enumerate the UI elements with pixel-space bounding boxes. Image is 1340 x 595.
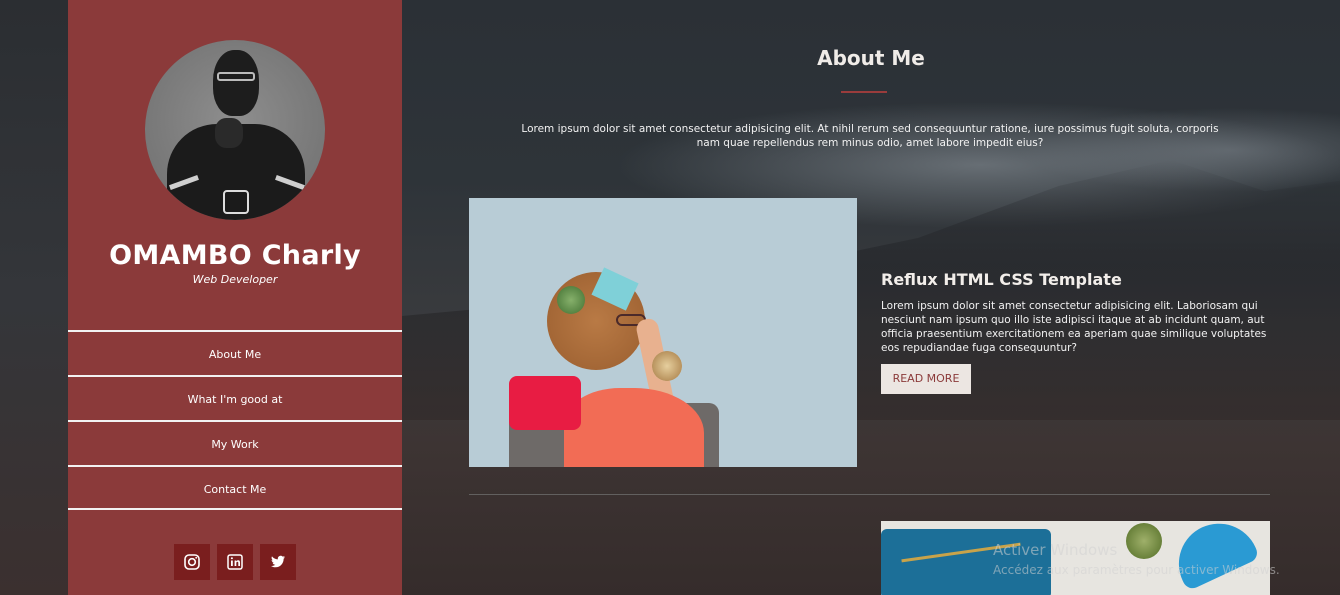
nav-item-contact-me[interactable]: Contact Me [68,465,402,510]
background-left-strip [0,0,68,595]
avatar [145,40,325,220]
nav-item-my-work[interactable]: My Work [68,420,402,465]
nav-item-what-im-good-at[interactable]: What I'm good at [68,375,402,420]
project-title: Reflux HTML CSS Template [881,270,1122,289]
section-title: About Me [817,46,925,70]
project-image [469,198,857,467]
nav-item-about-me[interactable]: About Me [68,330,402,375]
instagram-icon [184,554,200,570]
title-underline [841,91,887,93]
twitter-button[interactable] [260,544,296,580]
linkedin-button[interactable] [217,544,253,580]
project-description: Lorem ipsum dolor sit amet consectetur a… [881,300,1267,354]
section-divider [469,494,1270,495]
sidebar-nav: About Me What I'm good at My Work Contac… [68,330,402,510]
sidebar: OMAMBO Charly Web Developer About Me Wha… [68,0,402,595]
twitter-icon [271,555,285,568]
instagram-button[interactable] [174,544,210,580]
windows-activation-watermark: Activer Windows Accédez aux paramètres p… [993,541,1280,577]
section-intro: Lorem ipsum dolor sit amet consectetur a… [521,123,1219,149]
watermark-subtitle: Accédez aux paramètres pour activer Wind… [993,563,1280,577]
watermark-title: Activer Windows [993,541,1118,559]
social-links [174,544,296,580]
read-more-button[interactable]: READ MORE [881,364,971,394]
profile-role: Web Developer [192,273,278,286]
profile-name: OMAMBO Charly [109,240,361,271]
linkedin-icon [227,554,243,570]
